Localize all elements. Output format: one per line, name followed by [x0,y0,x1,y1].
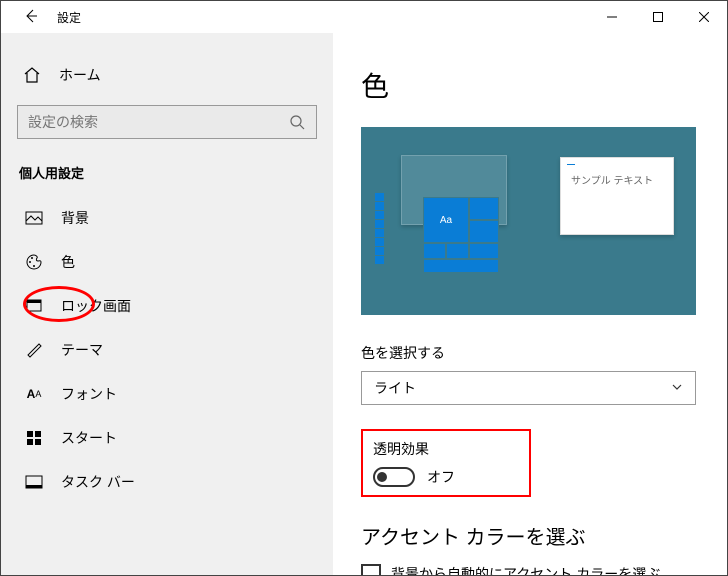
nav-label: スタート [61,428,117,448]
section-label: 個人用設定 [17,163,317,182]
nav-start[interactable]: スタート [17,416,317,460]
brush-icon [25,341,43,359]
nav-label: 色 [61,252,75,272]
close-button[interactable] [681,1,727,33]
lockscreen-icon [25,297,43,315]
color-mode-select[interactable]: ライト [361,371,696,405]
palette-icon [25,253,43,271]
search-icon [288,113,306,131]
choose-color-label: 色を選択する [361,343,699,363]
preview-taskbar [361,275,696,315]
color-mode-value: ライト [374,378,416,398]
nav-fonts[interactable]: AA フォント [17,372,317,416]
taskbar-icon [25,473,43,491]
nav-label: 背景 [61,208,89,228]
window-title: 設定 [57,9,81,26]
preview-active-window: サンプル テキスト [560,157,674,235]
transparency-label: 透明効果 [373,439,519,459]
picture-icon [25,209,43,227]
preview-tiles: Aa [423,197,501,275]
nav-label: テーマ [61,340,103,360]
chevron-down-icon [671,380,683,396]
home-icon [23,66,41,84]
sidebar: ホーム 個人用設定 背景 色 ロック画面 [1,33,333,575]
transparency-toggle[interactable] [373,467,415,487]
toggle-knob [377,472,387,482]
nav-lockscreen[interactable]: ロック画面 [17,284,317,328]
home-label: ホーム [59,65,101,85]
annotation-box: 透明効果 オフ [361,429,531,497]
color-preview: サンプル テキスト Aa [361,127,696,315]
accent-heading: アクセント カラーを選ぶ [361,521,699,550]
maximize-button[interactable] [635,1,681,33]
home-link[interactable]: ホーム [17,55,317,95]
nav-themes[interactable]: テーマ [17,328,317,372]
main-panel: 色 サンプル テキスト Aa 色を選択する ライト [333,33,727,575]
nav-label: ロック画面 [61,296,131,316]
page-heading: 色 [361,65,699,105]
font-icon: AA [25,385,43,403]
nav-label: フォント [61,384,117,404]
nav-background[interactable]: 背景 [17,196,317,240]
auto-accent-checkbox[interactable] [361,564,381,575]
auto-accent-label: 背景から自動的にアクセント カラーを選ぶ [391,564,660,575]
nav-label: タスク バー [61,472,135,492]
preview-tile-aa: Aa [423,197,469,243]
preview-sample-text: サンプル テキスト [571,176,653,187]
search-box[interactable] [17,105,317,139]
nav-taskbar[interactable]: タスク バー [17,460,317,504]
minimize-button[interactable] [589,1,635,33]
search-input[interactable] [28,114,288,130]
nav-colors[interactable]: 色 [17,240,317,284]
transparency-value: オフ [427,467,455,487]
back-button[interactable] [23,8,39,27]
start-icon [25,429,43,447]
preview-start-ribbon [375,193,384,275]
titlebar: 設定 [1,1,727,33]
